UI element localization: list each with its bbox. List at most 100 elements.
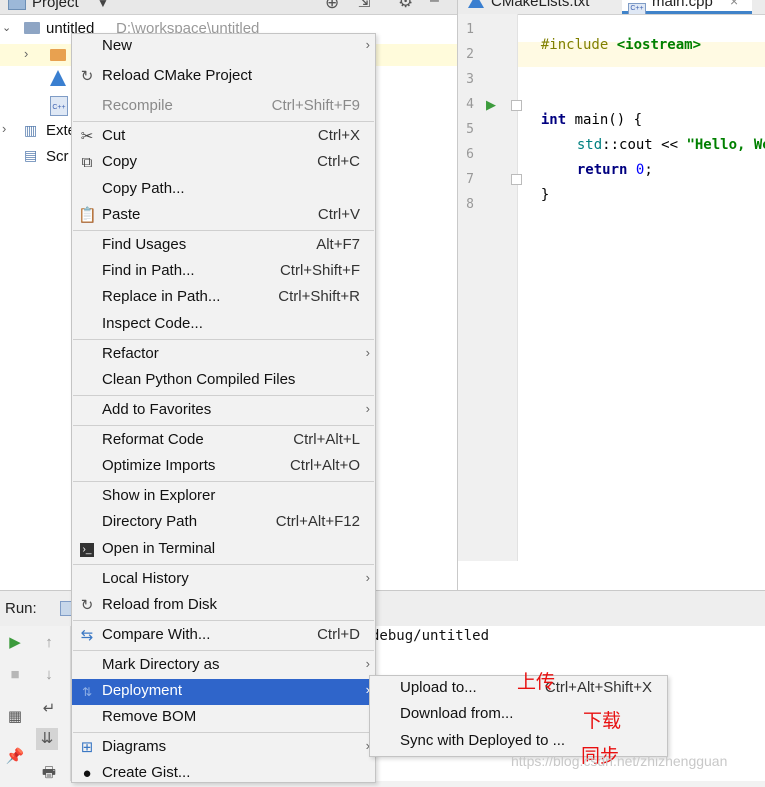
chevron-right-icon[interactable]: › [24, 46, 28, 61]
menu-item-mark-directory-as[interactable]: Mark Directory as › [72, 653, 375, 679]
project-view-icon [8, 0, 26, 10]
submenu-arrow-icon: › [365, 401, 370, 416]
string-literal: "Hello, Wo [686, 137, 765, 153]
menu-item-new[interactable]: New › [72, 34, 375, 60]
reload-icon: ↻ [80, 68, 94, 85]
submenu-arrow-icon: › [365, 37, 370, 52]
submenu-item-sync-with-deployed[interactable]: Sync with Deployed to ... [370, 729, 667, 755]
run-side-toolbar: ▶ ■ ▦ 📌 ↑ ↓ ↵ ⇊ 🖶 [0, 626, 71, 781]
menu-item-replace-in-path[interactable]: Replace in Path... Ctrl+Shift+R [72, 285, 375, 311]
tab-cmakelists[interactable]: CMakeLists.txt [491, 0, 589, 10]
menu-item-copy[interactable]: ⧉ Copy Ctrl+C [72, 150, 375, 176]
menu-separator [73, 121, 374, 122]
code-line-6[interactable]: return 0; [560, 146, 653, 178]
menu-item-open-in-terminal[interactable]: ›_ Open in Terminal [72, 537, 375, 563]
menu-separator [73, 339, 374, 340]
code-line-7[interactable]: } [524, 171, 549, 203]
collapse-icon[interactable]: ⇲ [358, 0, 371, 11]
menu-item-add-to-favorites[interactable]: Add to Favorites › [72, 398, 375, 424]
menu-item-directory-path[interactable]: Directory Path Ctrl+Alt+F12 [72, 510, 375, 536]
project-header-title[interactable]: Project [32, 0, 79, 11]
line-number: 7 [466, 172, 474, 187]
scroll-to-end-icon[interactable]: ⇊ [36, 728, 58, 750]
menu-separator [73, 395, 374, 396]
stop-icon[interactable]: ■ [4, 664, 26, 686]
run-gutter-icon[interactable]: ▶ [486, 97, 496, 113]
line-number: 6 [466, 147, 474, 162]
menu-item-reload-from-disk[interactable]: ↻ Reload from Disk [72, 593, 375, 619]
cmake-triangle-icon [50, 70, 66, 86]
menu-separator [73, 425, 374, 426]
menu-item-local-history[interactable]: Local History › [72, 567, 375, 593]
menu-item-create-gist[interactable]: ● Create Gist... [72, 761, 375, 787]
submenu-arrow-icon: › [365, 656, 370, 671]
menu-item-cut[interactable]: ✂ Cut Ctrl+X [72, 124, 375, 150]
line-number: 2 [466, 47, 474, 62]
close-tab-icon[interactable]: × [730, 0, 738, 9]
include-header: <iostream> [616, 37, 702, 53]
menu-separator [73, 230, 374, 231]
reload-icon: ↻ [80, 597, 94, 614]
pin-icon[interactable]: 📌 [4, 746, 26, 768]
line-number: 1 [466, 22, 474, 37]
library-icon: ▥ [24, 122, 38, 138]
menu-item-refactor[interactable]: Refactor › [72, 342, 375, 368]
fold-marker-icon[interactable] [511, 100, 522, 111]
chevron-right-icon[interactable]: › [2, 121, 6, 136]
menu-item-optimize-imports[interactable]: Optimize Imports Ctrl+Alt+O [72, 454, 375, 480]
menu-item-find-in-path[interactable]: Find in Path... Ctrl+Shift+F [72, 259, 375, 285]
submenu-item-download-from[interactable]: Download from... [370, 702, 667, 728]
fold-marker-icon[interactable] [511, 174, 522, 185]
menu-separator [73, 564, 374, 565]
copy-icon: ⧉ [81, 154, 93, 171]
menu-item-diagrams[interactable]: ⊞ Diagrams › [72, 735, 375, 761]
layout-icon[interactable]: ▦ [4, 706, 26, 728]
menu-item-show-in-explorer[interactable]: Show in Explorer [72, 484, 375, 510]
menu-item-inspect-code[interactable]: Inspect Code... [72, 312, 375, 338]
watermark: https://blog.csdn.net/zhizhengguan [511, 753, 728, 769]
cmake-tab-icon [468, 0, 484, 8]
menu-item-clean-python[interactable]: Clean Python Compiled Files [72, 368, 375, 394]
line-number: 5 [466, 122, 474, 137]
minimize-icon[interactable]: – [430, 0, 439, 10]
tab-main-cpp-active[interactable]: C++ main.cpp × [622, 0, 752, 14]
dropdown-icon[interactable]: ▼ [97, 0, 109, 10]
menu-separator [73, 481, 374, 482]
menu-item-find-usages[interactable]: Find Usages Alt+F7 [72, 233, 375, 259]
project-pane-header: Project ▼ ⊕ ⇲ ⚙ – [0, 0, 457, 15]
editor-tab-bar: CMakeLists.txt C++ main.cpp × [458, 0, 765, 15]
menu-item-reformat-code[interactable]: Reformat Code Ctrl+Alt+L [72, 428, 375, 454]
locate-icon[interactable]: ⊕ [325, 0, 339, 13]
settings-gear-icon[interactable]: ⚙ [398, 0, 413, 12]
menu-separator [73, 650, 374, 651]
line-number: 3 [466, 72, 474, 87]
submenu-arrow-icon: › [365, 570, 370, 585]
up-arrow-icon[interactable]: ↑ [38, 632, 60, 654]
menu-item-recompile: Recompile Ctrl+Shift+F9 [102, 97, 360, 114]
folder-orange-icon [50, 49, 66, 61]
code-line-1[interactable]: #include <iostream> [524, 21, 701, 53]
semicolon: ; [644, 162, 653, 178]
menu-item-remove-bom[interactable]: Remove BOM [72, 705, 375, 731]
tab-main-cpp-label: main.cpp [652, 0, 713, 10]
menu-item-deployment[interactable]: ⇅ Deployment › [72, 679, 375, 705]
rerun-icon[interactable]: ▶ [4, 632, 26, 654]
run-output-text: debug/untitled [371, 628, 490, 644]
menu-item-copy-path[interactable]: Copy Path... [72, 177, 375, 203]
soft-wrap-icon[interactable]: ↵ [38, 698, 60, 720]
expand-arrow-icon[interactable]: ⌄ [2, 21, 11, 34]
preprocessor-directive: #include [540, 37, 609, 53]
compare-arrows-icon: ⇆ [80, 627, 94, 644]
stream-op: << [652, 137, 687, 153]
terminal-icon: ›_ [80, 543, 94, 557]
menu-item-reload-cmake[interactable]: ↻ Reload CMake Project [72, 64, 375, 90]
menu-item-paste[interactable]: 📋 Paste Ctrl+V [72, 203, 375, 229]
scissors-icon: ✂ [80, 128, 94, 145]
keyword-return: return [576, 162, 628, 178]
run-panel-title: Run: [5, 600, 37, 617]
editor-gutter: 1 2 3 4 5 6 7 8 ▶ [458, 14, 522, 561]
closing-brace: } [540, 187, 550, 203]
down-arrow-icon[interactable]: ↓ [38, 664, 60, 686]
line-number: 8 [466, 197, 474, 212]
menu-item-compare-with[interactable]: ⇆ Compare With... Ctrl+D [72, 623, 375, 649]
